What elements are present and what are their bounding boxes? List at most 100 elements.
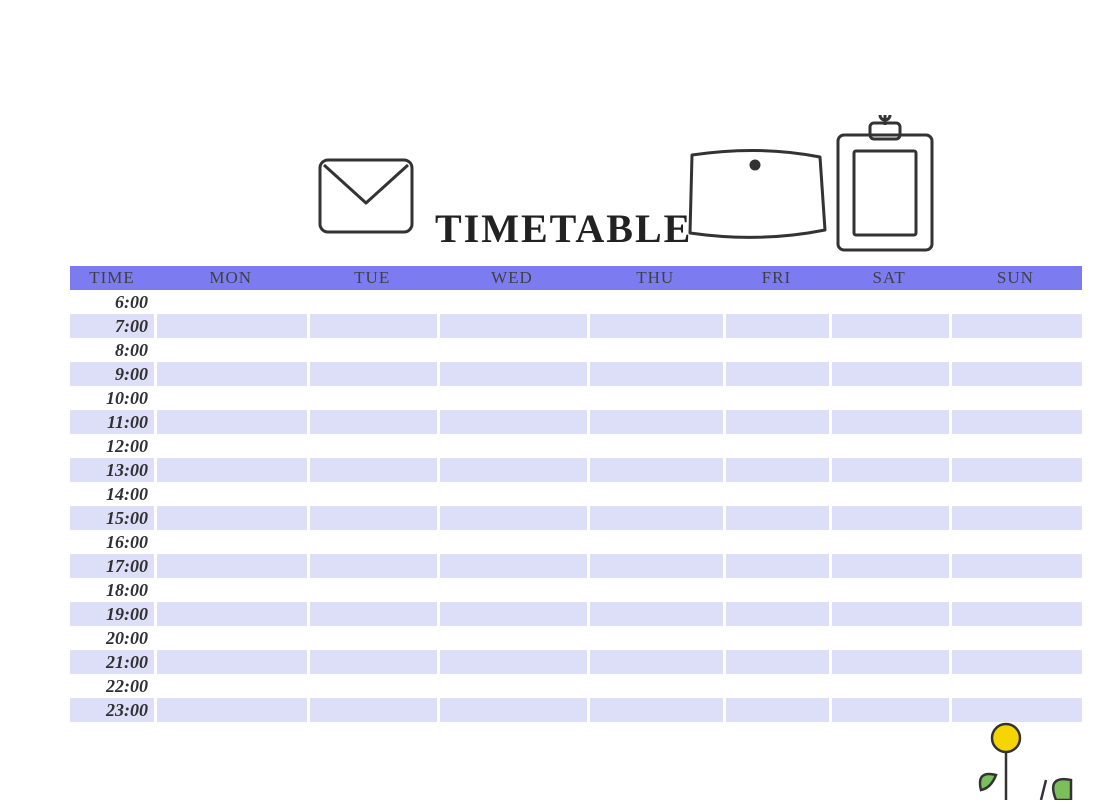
table-row: 18:00 — [70, 578, 1082, 602]
time-cell: 21:00 — [70, 650, 154, 674]
schedule-cell — [723, 386, 829, 410]
schedule-cell — [829, 434, 948, 458]
schedule-cell — [723, 626, 829, 650]
schedule-cell — [154, 602, 307, 626]
schedule-cell — [723, 338, 829, 362]
col-mon: MON — [154, 266, 307, 290]
schedule-cell — [307, 674, 437, 698]
col-time: TIME — [70, 266, 154, 290]
schedule-cell — [949, 386, 1082, 410]
schedule-cell — [154, 674, 307, 698]
schedule-cell — [307, 650, 437, 674]
schedule-cell — [437, 506, 587, 530]
schedule-cell — [307, 386, 437, 410]
table-row: 6:00 — [70, 290, 1082, 314]
schedule-cell — [307, 290, 437, 314]
schedule-cell — [154, 458, 307, 482]
schedule-cell — [587, 506, 723, 530]
table-row: 11:00 — [70, 410, 1082, 434]
time-cell: 20:00 — [70, 626, 154, 650]
schedule-cell — [587, 626, 723, 650]
schedule-cell — [154, 626, 307, 650]
schedule-cell — [437, 626, 587, 650]
col-sun: SUN — [949, 266, 1082, 290]
schedule-cell — [437, 362, 587, 386]
schedule-cell — [307, 506, 437, 530]
schedule-cell — [829, 290, 948, 314]
schedule-cell — [307, 362, 437, 386]
schedule-cell — [437, 698, 587, 722]
time-cell: 13:00 — [70, 458, 154, 482]
schedule-cell — [437, 410, 587, 434]
schedule-cell — [723, 674, 829, 698]
schedule-cell — [829, 386, 948, 410]
schedule-cell — [437, 674, 587, 698]
schedule-cell — [307, 338, 437, 362]
schedule-cell — [154, 386, 307, 410]
schedule-cell — [723, 290, 829, 314]
time-cell: 14:00 — [70, 482, 154, 506]
schedule-cell — [949, 698, 1082, 722]
schedule-cell — [437, 578, 587, 602]
schedule-cell — [587, 578, 723, 602]
schedule-cell — [587, 314, 723, 338]
schedule-cell — [829, 698, 948, 722]
schedule-cell — [949, 626, 1082, 650]
time-cell: 15:00 — [70, 506, 154, 530]
table-row: 8:00 — [70, 338, 1082, 362]
schedule-cell — [587, 482, 723, 506]
time-cell: 22:00 — [70, 674, 154, 698]
schedule-cell — [437, 458, 587, 482]
time-cell: 8:00 — [70, 338, 154, 362]
schedule-cell — [307, 482, 437, 506]
schedule-cell — [154, 290, 307, 314]
schedule-cell — [307, 410, 437, 434]
schedule-cell — [829, 338, 948, 362]
col-thu: THU — [587, 266, 723, 290]
schedule-cell — [949, 290, 1082, 314]
schedule-cell — [437, 314, 587, 338]
schedule-cell — [307, 314, 437, 338]
schedule-cell — [587, 530, 723, 554]
schedule-cell — [949, 410, 1082, 434]
schedule-cell — [307, 698, 437, 722]
schedule-cell — [723, 650, 829, 674]
schedule-cell — [949, 554, 1082, 578]
schedule-cell — [307, 602, 437, 626]
schedule-cell — [829, 554, 948, 578]
schedule-cell — [437, 530, 587, 554]
timetable-body: 6:007:008:009:0010:0011:0012:0013:0014:0… — [70, 290, 1082, 722]
schedule-cell — [723, 458, 829, 482]
schedule-cell — [154, 554, 307, 578]
table-row: 13:00 — [70, 458, 1082, 482]
schedule-cell — [437, 386, 587, 410]
schedule-cell — [723, 530, 829, 554]
schedule-cell — [437, 434, 587, 458]
schedule-cell — [437, 602, 587, 626]
schedule-cell — [723, 506, 829, 530]
schedule-cell — [829, 530, 948, 554]
timetable: TIME MON TUE WED THU FRI SAT SUN 6:007:0… — [70, 266, 1082, 722]
schedule-cell — [154, 362, 307, 386]
schedule-cell — [829, 362, 948, 386]
table-row: 14:00 — [70, 482, 1082, 506]
schedule-cell — [437, 650, 587, 674]
schedule-cell — [307, 578, 437, 602]
schedule-cell — [829, 458, 948, 482]
schedule-cell — [829, 650, 948, 674]
time-cell: 17:00 — [70, 554, 154, 578]
schedule-cell — [587, 698, 723, 722]
col-fri: FRI — [723, 266, 829, 290]
table-row: 17:00 — [70, 554, 1082, 578]
schedule-cell — [307, 434, 437, 458]
table-row: 21:00 — [70, 650, 1082, 674]
schedule-cell — [723, 698, 829, 722]
schedule-cell — [949, 578, 1082, 602]
schedule-cell — [437, 554, 587, 578]
schedule-cell — [949, 314, 1082, 338]
timetable-container: TIME MON TUE WED THU FRI SAT SUN 6:007:0… — [70, 266, 1082, 722]
schedule-cell — [437, 338, 587, 362]
schedule-cell — [587, 290, 723, 314]
schedule-cell — [587, 674, 723, 698]
time-cell: 6:00 — [70, 290, 154, 314]
